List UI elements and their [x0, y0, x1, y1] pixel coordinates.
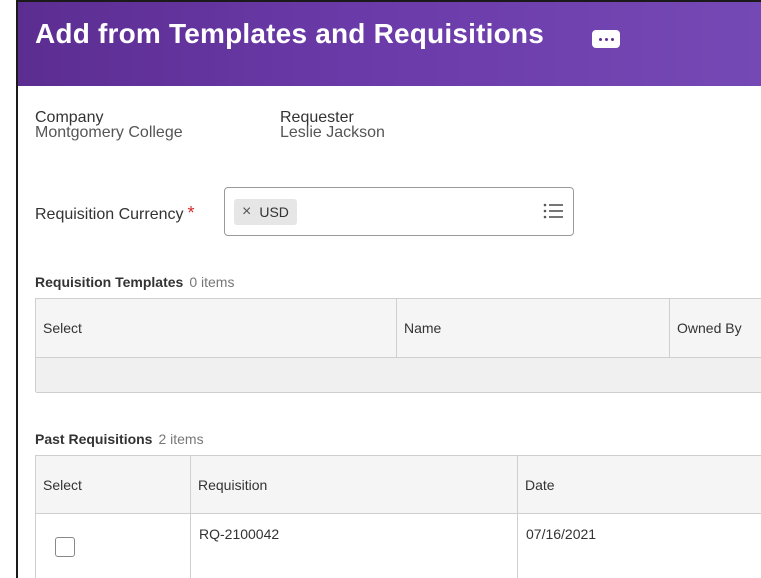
company-value: Montgomery College [35, 124, 183, 141]
column-header-requisition[interactable]: Requisition [191, 456, 518, 514]
requester-value: Leslie Jackson [280, 124, 385, 141]
dialog: Add from Templates and Requisitions Comp… [16, 0, 761, 578]
currency-pill: × USD [234, 199, 297, 225]
currency-pill-label: USD [259, 204, 289, 220]
dialog-header: Add from Templates and Requisitions [18, 2, 761, 86]
more-ellipsis-icon [598, 37, 602, 41]
list-icon[interactable] [543, 203, 563, 219]
row-select-checkbox[interactable] [55, 537, 75, 557]
required-marker: * [187, 203, 195, 223]
templates-section-title: Requisition Templates 0 items [35, 274, 235, 290]
past-requisitions-count: 2 items [158, 431, 204, 447]
page-title: Add from Templates and Requisitions [35, 18, 544, 49]
table-row-date-cell: 07/16/2021 [518, 514, 761, 578]
column-header-owned-by[interactable]: Owned By [670, 299, 761, 358]
currency-input[interactable]: × USD [224, 187, 574, 236]
templates-count: 0 items [189, 274, 235, 290]
table-row-requisition-cell: RQ-2100042 [191, 514, 518, 578]
column-header-date[interactable]: Date [518, 456, 761, 514]
requisition-date: 07/16/2021 [526, 526, 597, 542]
requisition-id[interactable]: RQ-2100042 [199, 526, 279, 542]
more-options-button[interactable] [592, 30, 620, 48]
column-header-select[interactable]: Select [36, 299, 397, 358]
requisition-currency-label: Requisition Currency * [35, 203, 195, 223]
past-requisitions-section-title: Past Requisitions 2 items [35, 431, 204, 447]
templates-table: Select Name Owned By [35, 298, 761, 393]
past-requisitions-table: Select Requisition Date RQ-2100042 07/16… [35, 455, 761, 578]
column-header-select[interactable]: Select [36, 456, 191, 514]
remove-icon[interactable]: × [242, 203, 251, 221]
empty-row [36, 358, 761, 393]
column-header-name[interactable]: Name [397, 299, 670, 358]
table-row-select-cell [36, 514, 191, 578]
